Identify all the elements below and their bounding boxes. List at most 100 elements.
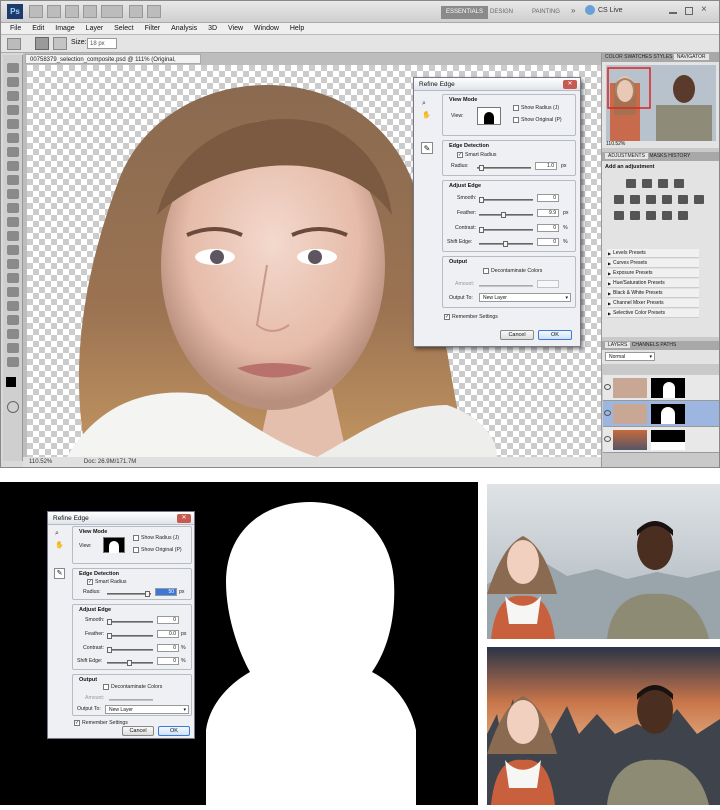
foreground-color-swatch[interactable] bbox=[6, 377, 16, 387]
menu-analysis[interactable]: Analysis bbox=[171, 25, 197, 32]
blend-mode-select[interactable]: Normal bbox=[605, 352, 655, 361]
shift-edge-slider[interactable] bbox=[479, 241, 533, 247]
tab-paths[interactable]: PATHS bbox=[660, 342, 676, 348]
color-balance-icon[interactable] bbox=[646, 195, 656, 204]
smooth-slider[interactable] bbox=[107, 619, 153, 625]
radius-field[interactable]: 1.0 bbox=[535, 162, 557, 170]
layer-row-selected[interactable] bbox=[603, 401, 719, 427]
history-brush-tool-icon[interactable] bbox=[7, 189, 19, 199]
close-icon[interactable]: ✕ bbox=[177, 514, 191, 523]
zoom-tool-icon[interactable] bbox=[83, 5, 97, 18]
menu-file[interactable]: File bbox=[10, 25, 21, 32]
preset-curves[interactable]: Curves Presets bbox=[607, 259, 699, 268]
remember-settings-checkbox[interactable]: ✓ bbox=[74, 720, 80, 726]
refine-radius-tool-icon[interactable]: ✎ bbox=[421, 142, 433, 154]
preset-levels[interactable]: Levels Presets bbox=[607, 249, 699, 258]
contrast-field[interactable]: 0 bbox=[537, 224, 559, 232]
menu-window[interactable]: Window bbox=[254, 25, 279, 32]
hand-tool-icon[interactable] bbox=[65, 5, 79, 18]
remember-settings-checkbox[interactable]: ✓ bbox=[444, 314, 450, 320]
feather-slider[interactable] bbox=[107, 633, 153, 639]
refine-radius-tool-icon[interactable]: ✎ bbox=[54, 568, 65, 579]
type-tool-icon[interactable] bbox=[7, 273, 19, 283]
screen-mode-icon[interactable] bbox=[147, 5, 161, 18]
menu-3d[interactable]: 3D bbox=[208, 25, 217, 32]
eyedropper-tool-icon[interactable] bbox=[7, 133, 19, 143]
healing-brush-tool-icon[interactable] bbox=[7, 147, 19, 157]
invert-icon[interactable] bbox=[614, 211, 624, 220]
output-to-select[interactable]: New Layer bbox=[479, 293, 571, 302]
posterize-icon[interactable] bbox=[630, 211, 640, 220]
hue-saturation-icon[interactable] bbox=[630, 195, 640, 204]
cancel-button[interactable]: Cancel bbox=[122, 726, 154, 736]
radius-slider[interactable] bbox=[477, 165, 531, 171]
tab-adjustments[interactable]: ADJUSTMENTS bbox=[605, 153, 648, 159]
vibrance-icon[interactable] bbox=[614, 195, 624, 204]
preset-exposure[interactable]: Exposure Presets bbox=[607, 269, 699, 278]
zoom-readout[interactable]: 110.52% bbox=[29, 459, 52, 465]
workspace-painting-button[interactable]: PAINTING bbox=[527, 6, 565, 19]
3d-rotate-tool-icon[interactable] bbox=[7, 315, 19, 325]
arrange-documents-icon[interactable] bbox=[129, 5, 143, 18]
shift-edge-slider[interactable] bbox=[107, 660, 153, 666]
menu-select[interactable]: Select bbox=[114, 25, 133, 32]
amount-slider[interactable] bbox=[109, 699, 153, 701]
smooth-field[interactable]: 0 bbox=[537, 194, 559, 202]
zoom-tool-icon[interactable]: ⌕ bbox=[422, 100, 432, 108]
gradient-tool-icon[interactable] bbox=[7, 217, 19, 227]
tab-styles[interactable]: STYLES bbox=[653, 54, 672, 60]
radius-slider-knob[interactable] bbox=[479, 165, 484, 171]
layer-row[interactable] bbox=[603, 427, 719, 453]
minimize-icon[interactable] bbox=[669, 12, 677, 14]
preset-channel-mixer[interactable]: Channel Mixer Presets bbox=[607, 299, 699, 308]
selective-color-icon[interactable] bbox=[678, 211, 688, 220]
move-tool-icon[interactable] bbox=[7, 63, 19, 73]
levels-icon[interactable] bbox=[642, 179, 652, 188]
blur-tool-icon[interactable] bbox=[7, 231, 19, 241]
menu-image[interactable]: Image bbox=[55, 25, 74, 32]
smooth-slider[interactable] bbox=[479, 197, 533, 203]
visibility-eye-icon[interactable] bbox=[604, 410, 611, 416]
radius-field[interactable]: 50 bbox=[155, 588, 177, 596]
preset-hue-saturation[interactable]: Hue/Saturation Presets bbox=[607, 279, 699, 288]
ok-button[interactable]: OK bbox=[158, 726, 190, 736]
navigator-zoom[interactable]: 110.52% bbox=[606, 141, 625, 147]
tool-preset-icon[interactable] bbox=[7, 38, 21, 50]
document-tab[interactable]: 00758379_selection_composite.psd @ 111% … bbox=[25, 54, 201, 73]
show-radius-checkbox[interactable] bbox=[513, 105, 519, 111]
marquee-tool-icon[interactable] bbox=[7, 77, 19, 87]
crop-tool-icon[interactable] bbox=[7, 119, 19, 129]
workspace-design-button[interactable]: DESIGN bbox=[485, 6, 518, 19]
visibility-eye-icon[interactable] bbox=[604, 384, 611, 390]
cancel-button[interactable]: Cancel bbox=[500, 330, 534, 340]
amount-field[interactable] bbox=[537, 280, 559, 288]
zoom-tool-icon[interactable]: ⌕ bbox=[55, 530, 65, 538]
channel-mixer-icon[interactable] bbox=[694, 195, 704, 204]
dodge-tool-icon[interactable] bbox=[7, 245, 19, 255]
tab-history[interactable]: HISTORY bbox=[668, 153, 690, 159]
zoom-tool-icon[interactable] bbox=[7, 357, 19, 367]
quick-selection-tool-icon[interactable] bbox=[7, 105, 19, 115]
smart-radius-checkbox[interactable]: ✓ bbox=[457, 152, 463, 158]
minibridge-icon[interactable] bbox=[47, 5, 61, 18]
preset-selective-color[interactable]: Selective Color Presets bbox=[607, 309, 699, 318]
tab-layers[interactable]: LAYERS bbox=[605, 342, 631, 348]
workspace-overflow-icon[interactable]: » bbox=[571, 6, 575, 15]
brightness-contrast-icon[interactable] bbox=[626, 179, 636, 188]
radius-slider[interactable] bbox=[107, 591, 151, 597]
decontaminate-checkbox[interactable] bbox=[103, 684, 109, 690]
size-field[interactable]: 18 px bbox=[87, 38, 117, 49]
pen-tool-icon[interactable] bbox=[7, 259, 19, 269]
shape-tool-icon[interactable] bbox=[7, 301, 19, 311]
show-radius-checkbox[interactable] bbox=[133, 535, 139, 541]
decontaminate-checkbox[interactable] bbox=[483, 268, 489, 274]
shift-edge-field[interactable]: 0 bbox=[537, 238, 559, 246]
eraser-tool-icon[interactable] bbox=[7, 203, 19, 213]
shift-edge-field[interactable]: 0 bbox=[157, 657, 179, 665]
show-original-checkbox[interactable] bbox=[513, 117, 519, 123]
quick-mask-icon[interactable] bbox=[7, 401, 19, 413]
threshold-icon[interactable] bbox=[646, 211, 656, 220]
document-info[interactable]: Doc: 26.9M/171.7M bbox=[84, 459, 136, 465]
exposure-icon[interactable] bbox=[674, 179, 684, 188]
contrast-slider[interactable] bbox=[479, 227, 533, 233]
